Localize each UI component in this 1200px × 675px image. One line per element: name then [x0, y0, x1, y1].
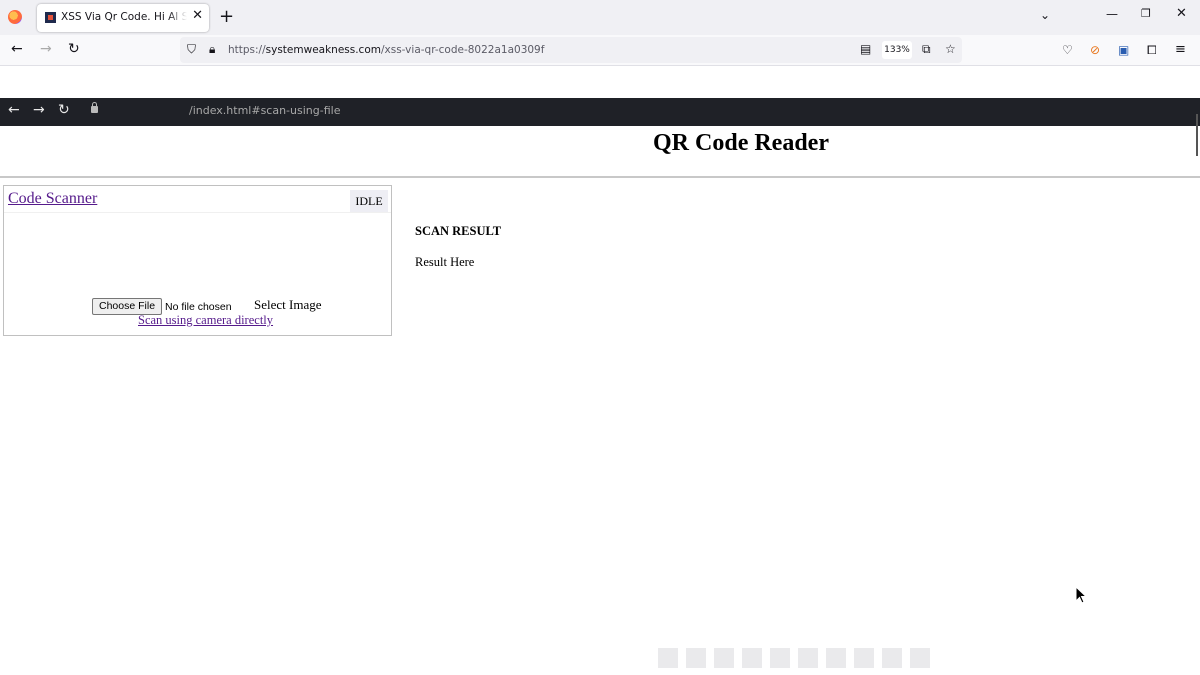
inner-url-text[interactable]: /index.html#scan-using-file — [189, 104, 340, 117]
divider — [0, 176, 1200, 178]
tab-strip: XSS Via Qr Code. Hi Al Salam Al ✕ + ⌄ — … — [0, 0, 1200, 35]
translator-extension-icon[interactable]: ▣ — [1118, 43, 1129, 57]
window-close-icon[interactable]: ✕ — [1176, 6, 1187, 21]
faded-qr-strip — [658, 648, 930, 672]
inner-back-icon[interactable]: ← — [8, 102, 20, 118]
panel-divider — [4, 212, 391, 213]
close-tab-icon[interactable]: ✕ — [192, 8, 203, 23]
code-scanner-panel: Code Scanner IDLE Choose File No file ch… — [3, 185, 392, 336]
new-tab-icon[interactable]: + — [219, 6, 234, 27]
zoom-level[interactable]: 133% — [882, 41, 912, 59]
inner-browser-bar: ← → ↻ /index.html#scan-using-file — [0, 98, 1200, 126]
status-badge: IDLE — [350, 190, 388, 212]
firefox-logo-icon[interactable] — [8, 10, 22, 24]
code-scanner-link[interactable]: Code Scanner — [8, 190, 97, 208]
reload-icon[interactable]: ↻ — [68, 41, 80, 57]
extensions-icon[interactable]: ⧠ — [1147, 43, 1157, 58]
translate-icon[interactable]: ⧉ — [922, 42, 931, 57]
active-tab[interactable]: XSS Via Qr Code. Hi Al Salam Al ✕ — [37, 4, 209, 32]
inner-lock-icon — [91, 102, 98, 113]
tracking-shield-icon[interactable]: ⛉ — [187, 42, 196, 57]
tab-title: XSS Via Qr Code. Hi Al Salam Al — [61, 11, 187, 23]
scan-result-heading: SCAN RESULT — [415, 224, 502, 238]
navigation-bar: ← → ↻ ⛉ 🔒︎ https://systemweakness.com/xs… — [0, 35, 1200, 66]
site-favicon-icon — [45, 12, 56, 23]
file-status-text: No file chosen — [165, 300, 232, 313]
restore-icon[interactable]: ❐ — [1141, 7, 1151, 20]
url-text[interactable]: https://systemweakness.com/xss-via-qr-co… — [228, 44, 544, 56]
reader-view-icon[interactable]: ▤ — [860, 42, 871, 56]
forward-icon[interactable]: → — [40, 41, 52, 57]
back-icon[interactable]: ← — [11, 41, 23, 57]
inner-reload-icon[interactable]: ↻ — [58, 102, 70, 118]
menu-icon[interactable]: ≡ — [1175, 42, 1186, 57]
scan-camera-link[interactable]: Scan using camera directly — [138, 313, 273, 328]
list-all-tabs-icon[interactable]: ⌄ — [1040, 8, 1050, 22]
select-image-label: Select Image — [254, 297, 322, 312]
inner-forward-icon[interactable]: → — [33, 102, 45, 118]
bookmark-star-icon[interactable]: ☆ — [945, 42, 956, 56]
lock-icon[interactable]: 🔒︎ — [209, 42, 215, 57]
minimize-icon[interactable]: — — [1106, 7, 1118, 21]
mouse-cursor-icon — [1075, 585, 1088, 604]
extension-blocker-icon[interactable]: ⊘ — [1090, 43, 1100, 57]
pocket-icon[interactable]: ♡ — [1062, 43, 1073, 57]
page-title: QR Code Reader — [653, 130, 829, 156]
page-content: ← → ↻ /index.html#scan-using-file QR Cod… — [0, 66, 1200, 675]
scan-result-text: Result Here — [415, 255, 475, 269]
url-bar[interactable]: ⛉ 🔒︎ https://systemweakness.com/xss-via-… — [180, 37, 962, 63]
